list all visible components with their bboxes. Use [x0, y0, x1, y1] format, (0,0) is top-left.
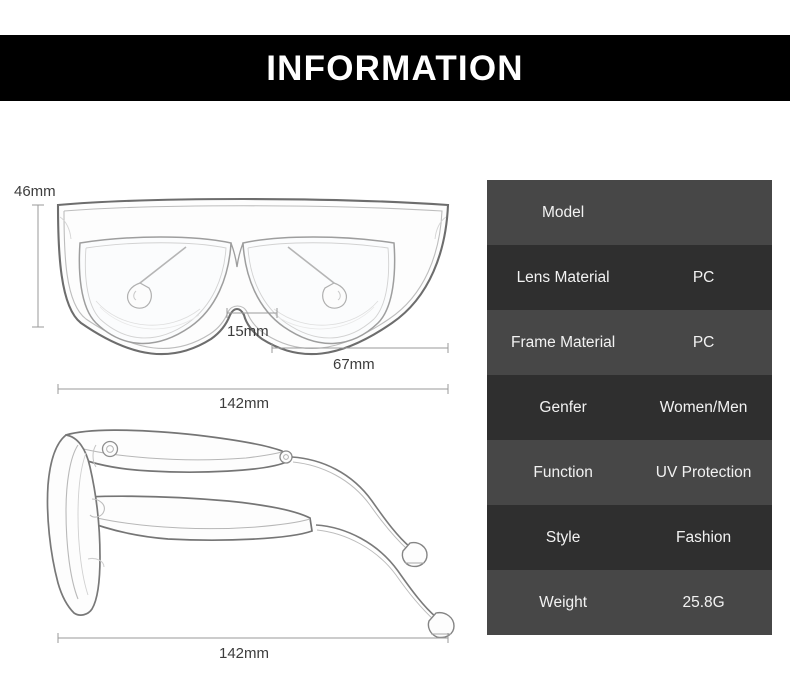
spec-label: Weight: [539, 593, 588, 611]
dimension-label-bridge-width: 15mm: [227, 323, 269, 340]
product-diagram-area: 46mm 15mm 67mm 142mm 142mm: [0, 101, 480, 681]
table-row: Frame Material PC: [487, 310, 772, 375]
table-row: Style Fashion: [487, 505, 772, 570]
dimension-label-temple-length-side: 142mm: [219, 645, 270, 662]
specification-table: Model Lens Material PC Frame Material PC…: [487, 180, 772, 635]
spec-label: Style: [545, 528, 581, 546]
spec-value: UV Protection: [655, 463, 752, 481]
spec-label: Model: [541, 203, 585, 221]
table-row: Lens Material PC: [487, 245, 772, 310]
page-title: INFORMATION: [266, 48, 524, 88]
spec-label: Frame Material: [510, 333, 616, 351]
spec-value: Fashion: [676, 528, 732, 546]
table-row: Genfer Women/Men: [487, 375, 772, 440]
sunglasses-technical-drawing: [32, 197, 455, 643]
spec-value: 25.8G: [682, 593, 725, 611]
side-view-dimension-lines: [57, 633, 449, 643]
spec-value: PC: [692, 333, 715, 351]
dimension-label-lens-height: 46mm: [14, 183, 56, 200]
spec-label: Function: [533, 463, 593, 481]
information-header-banner: INFORMATION: [0, 35, 790, 101]
spec-value: PC: [692, 268, 715, 286]
table-row: Function UV Protection: [487, 440, 772, 505]
dimension-label-frame-width-front: 142mm: [219, 395, 270, 412]
table-row: Model: [487, 180, 772, 245]
dimension-label-lens-width: 67mm: [333, 356, 375, 373]
sunglasses-side-view: [46, 429, 455, 639]
spec-label: Genfer: [539, 398, 587, 416]
spec-value: Women/Men: [659, 398, 748, 416]
spec-label: Lens Material: [516, 268, 610, 286]
table-row: Weight 25.8G: [487, 570, 772, 635]
